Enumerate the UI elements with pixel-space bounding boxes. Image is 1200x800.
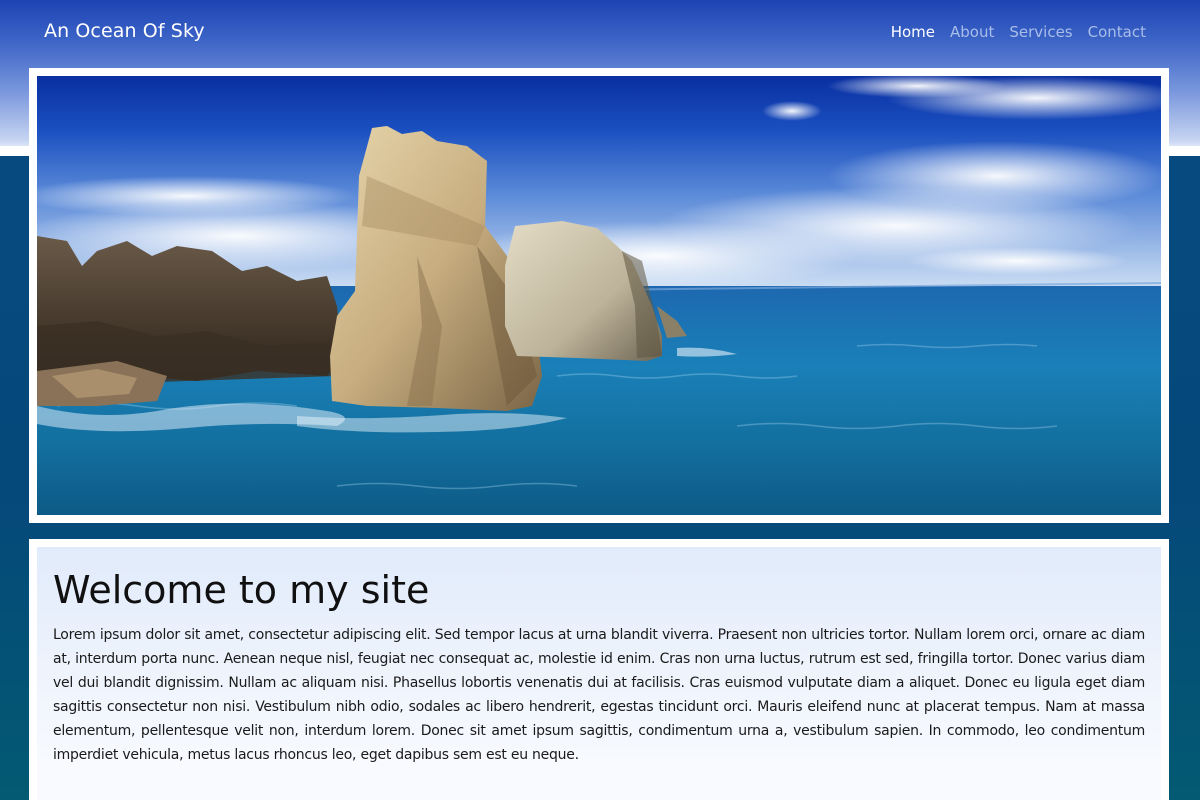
nav-item-services[interactable]: Services bbox=[1009, 23, 1072, 41]
content-panel: Welcome to my site Lorem ipsum dolor sit… bbox=[37, 547, 1161, 800]
hero-image bbox=[37, 76, 1161, 515]
body-text: Lorem ipsum dolor sit amet, consectetur … bbox=[53, 627, 1145, 763]
nav-item-about[interactable]: About bbox=[950, 23, 994, 41]
ocean-rocks-illustration bbox=[37, 76, 1161, 515]
site-title[interactable]: An Ocean Of Sky bbox=[44, 20, 205, 42]
hero-frame bbox=[29, 68, 1169, 523]
nav-item-contact[interactable]: Contact bbox=[1088, 23, 1146, 41]
page-heading: Welcome to my site bbox=[53, 568, 430, 612]
content-frame: Welcome to my site Lorem ipsum dolor sit… bbox=[29, 539, 1169, 800]
nav-item-home[interactable]: Home bbox=[891, 23, 935, 41]
main-nav: Home About Services Contact bbox=[891, 23, 1146, 41]
